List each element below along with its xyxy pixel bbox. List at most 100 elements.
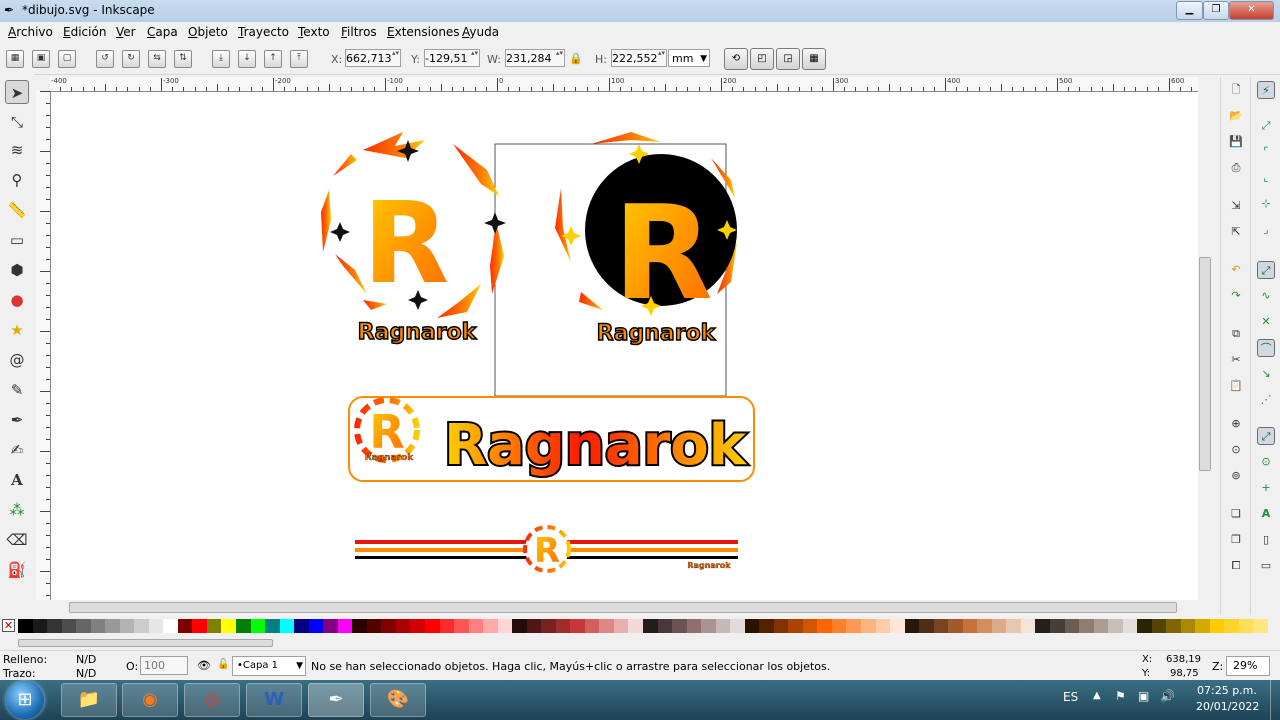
snap-bbox-edge-icon[interactable]: ⌜	[1257, 143, 1275, 161]
palette-swatch[interactable]	[948, 619, 964, 633]
menu-archivo[interactable]: Archivo	[8, 25, 53, 39]
palette-swatch[interactable]	[148, 619, 164, 633]
snap-others-icon[interactable]: ⤢	[1257, 427, 1275, 445]
palette-swatch[interactable]	[1035, 619, 1051, 633]
no-paint-swatch-icon[interactable]: ✕	[2, 619, 15, 632]
palette-swatch[interactable]	[424, 619, 440, 633]
palette-swatch[interactable]	[817, 619, 833, 633]
select-all-icon[interactable]: ▦	[6, 50, 24, 68]
logo-black-circle[interactable]: R Ragnarok	[555, 132, 737, 347]
network-icon[interactable]: ▣	[1138, 689, 1149, 703]
move-patterns-button[interactable]: ▦	[802, 48, 826, 70]
palette-swatch[interactable]	[613, 619, 629, 633]
opacity-input[interactable]: 100	[140, 656, 188, 675]
palette-swatch[interactable]	[1137, 619, 1153, 633]
palette-swatch[interactable]	[861, 619, 877, 633]
palette-swatch[interactable]	[250, 619, 266, 633]
selector-tool-icon[interactable]: ➤	[5, 80, 29, 104]
scale-stroke-button[interactable]: ⟲	[724, 48, 748, 70]
palette-swatch[interactable]	[1006, 619, 1022, 633]
palette-swatch[interactable]	[323, 619, 339, 633]
palette-swatch[interactable]	[381, 619, 397, 633]
palette-swatch[interactable]	[875, 619, 891, 633]
palette-swatch[interactable]	[163, 619, 179, 633]
inkscape-taskbar-icon[interactable]: ✒	[308, 683, 364, 717]
select-all-layers-icon[interactable]: ▣	[32, 50, 50, 68]
palette-swatch[interactable]	[730, 619, 746, 633]
palette-swatch[interactable]	[497, 619, 513, 633]
tweak-tool-icon[interactable]: ≋	[5, 138, 29, 162]
palette-swatch[interactable]	[483, 619, 499, 633]
snap-enable-icon[interactable]: ⚡	[1257, 81, 1275, 99]
palette-swatch[interactable]	[76, 619, 92, 633]
palette-swatch[interactable]	[410, 619, 426, 633]
raise-to-top-icon[interactable]: ⤒	[290, 50, 308, 68]
layer-select[interactable]: •Capa 1 ▼	[232, 656, 306, 676]
palette-swatch[interactable]	[1180, 619, 1196, 633]
menu-capa[interactable]: Capa	[147, 25, 178, 39]
zoom-tool-icon[interactable]: ⚲	[5, 168, 29, 192]
palette-swatch[interactable]	[294, 619, 310, 633]
zoom-input[interactable]: 29%	[1226, 656, 1270, 676]
menu-texto[interactable]: Texto	[298, 25, 330, 39]
clock-time[interactable]: 07:25 p.m.	[1197, 684, 1257, 697]
cut-icon[interactable]: ✂	[1227, 351, 1245, 369]
palette-swatch[interactable]	[570, 619, 586, 633]
snap-bbox-midpoint-icon[interactable]: ⊹	[1257, 195, 1275, 213]
lock-icon[interactable]: 🔒	[569, 52, 583, 65]
menu-filtros[interactable]: Filtros	[341, 25, 377, 39]
flip-horizontal-icon[interactable]: ⇆	[148, 50, 166, 68]
action-center-icon[interactable]: ⚑	[1115, 689, 1126, 703]
export-icon[interactable]: ⇱	[1227, 223, 1245, 241]
show-desktop-button[interactable]	[1270, 680, 1280, 720]
layer-visibility-icon[interactable]: 👁	[197, 659, 211, 672]
palette-swatch[interactable]	[1064, 619, 1080, 633]
language-indicator[interactable]: ES	[1063, 690, 1078, 704]
logo-stripe[interactable]: R Ragnarok	[355, 525, 738, 573]
text-tool-icon[interactable]: A	[5, 468, 29, 492]
palette-swatch[interactable]	[759, 619, 775, 633]
snap-bbox-corner-icon[interactable]: ⌞	[1257, 169, 1275, 187]
import-icon[interactable]: ⇲	[1227, 197, 1245, 215]
rotate-cw-icon[interactable]: ↻	[122, 50, 140, 68]
palette-swatch[interactable]	[1209, 619, 1225, 633]
snap-bbox-icon[interactable]: ⤢	[1257, 117, 1275, 135]
palette-swatch[interactable]	[599, 619, 615, 633]
measure-tool-icon[interactable]: 📏	[5, 198, 29, 222]
palette-swatch[interactable]	[265, 619, 281, 633]
palette-swatch[interactable]	[366, 619, 382, 633]
snap-page-border-icon[interactable]: ▯	[1257, 531, 1275, 549]
star-tool-icon[interactable]: ★	[5, 318, 29, 342]
firefox-taskbar-icon[interactable]: ◉	[122, 683, 178, 717]
zoom-drawing-icon[interactable]: ⊙	[1227, 441, 1245, 459]
raise-icon[interactable]: ↑	[264, 50, 282, 68]
palette-swatch[interactable]	[555, 619, 571, 633]
scale-corners-button[interactable]: ◰	[750, 48, 774, 70]
palette-swatch[interactable]	[192, 619, 208, 633]
bucket-tool-icon[interactable]: ⛽	[5, 558, 29, 582]
menu-ver[interactable]: Ver	[116, 25, 136, 39]
snap-center-icon[interactable]: ⊙	[1257, 453, 1275, 471]
lower-to-bottom-icon[interactable]: ⤓	[212, 50, 230, 68]
palette-swatch[interactable]	[454, 619, 470, 633]
move-gradients-button[interactable]: ◲	[776, 48, 800, 70]
pencil-tool-icon[interactable]: ✎	[5, 378, 29, 402]
copy-icon[interactable]: ⧉	[1227, 325, 1245, 343]
clock-date[interactable]: 20/01/2022	[1196, 700, 1259, 713]
eraser-tool-icon[interactable]: ⌫	[5, 528, 29, 552]
palette-swatch[interactable]	[352, 619, 368, 633]
palette-swatch[interactable]	[177, 619, 193, 633]
palette-swatch[interactable]	[512, 619, 528, 633]
unit-select[interactable]: mm ▼	[668, 49, 710, 67]
palette-swatch[interactable]	[1224, 619, 1240, 633]
minimize-button[interactable]: ▁	[1176, 1, 1203, 20]
duplicate-icon[interactable]: ❏	[1227, 505, 1245, 523]
palette-swatch[interactable]	[1253, 619, 1269, 633]
ellipse-tool-icon[interactable]: ●	[5, 288, 29, 312]
palette-swatch[interactable]	[526, 619, 542, 633]
palette-swatch[interactable]	[933, 619, 949, 633]
palette-swatch[interactable]	[32, 619, 48, 633]
zoom-selection-icon[interactable]: ⊕	[1227, 415, 1245, 433]
palette-swatch[interactable]	[672, 619, 688, 633]
node-tool-icon[interactable]: ⤡	[5, 110, 29, 134]
